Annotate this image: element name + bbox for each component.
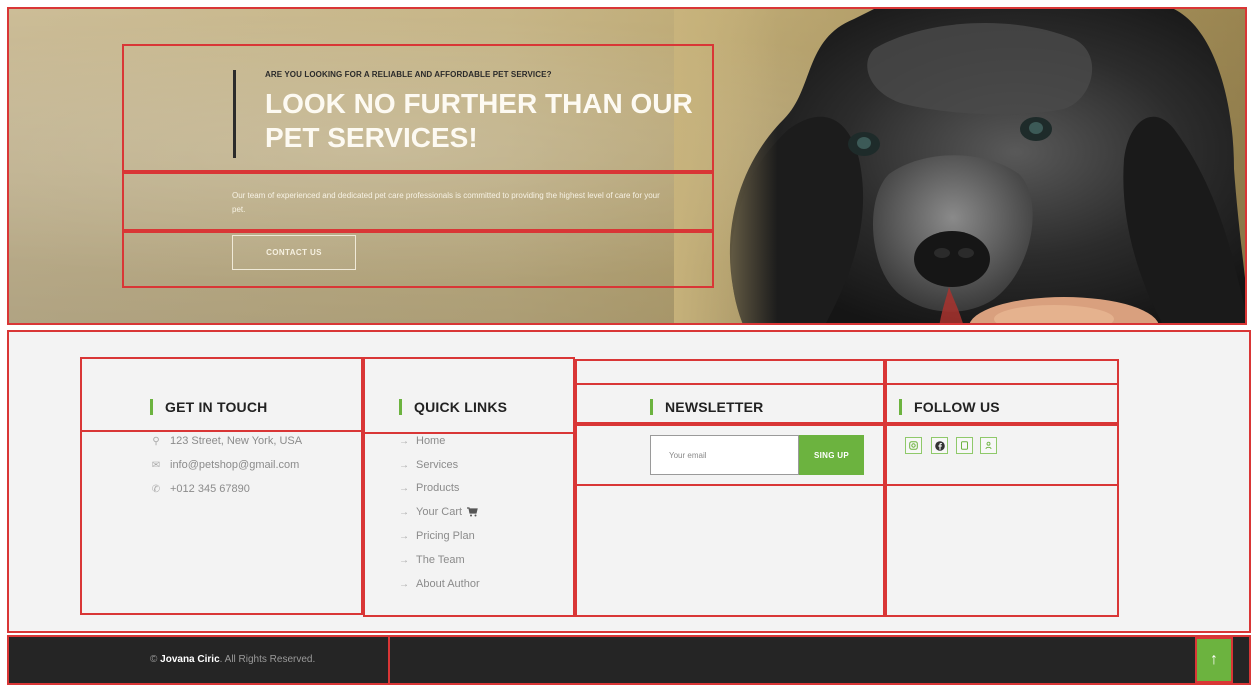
quick-link-about-author[interactable]: → About Author xyxy=(399,578,480,590)
cart-icon xyxy=(467,507,478,517)
phone-icon: ✆ xyxy=(151,483,161,495)
quick-link-services[interactable]: → Services xyxy=(399,459,458,471)
quick-link-label: About Author xyxy=(416,578,480,590)
contact-us-button[interactable]: CONTACT US xyxy=(232,235,356,270)
arrow-right-icon: → xyxy=(399,554,409,566)
address-text: 123 Street, New York, USA xyxy=(170,435,303,447)
contact-address: ⚲ 123 Street, New York, USA xyxy=(150,435,302,447)
hero-eyebrow: ARE YOU LOOKING FOR A RELIABLE AND AFFOR… xyxy=(265,70,552,79)
hero-button-region xyxy=(122,231,714,288)
arrow-up-icon: ↑ xyxy=(1210,651,1218,668)
title-accent-bar xyxy=(150,399,153,415)
quick-link-home[interactable]: → Home xyxy=(399,435,445,447)
quick-link-label: Services xyxy=(416,459,459,471)
hero-accent-bar xyxy=(233,70,236,158)
phone-text: +012 345 67890 xyxy=(170,483,250,495)
newsletter-title: NEWSLETTER xyxy=(650,399,763,415)
quick-links-title: QUICK LINKS xyxy=(399,399,507,415)
newsletter-top-box xyxy=(575,359,885,385)
instagram-icon[interactable] xyxy=(905,437,922,454)
sign-up-button[interactable]: SING UP xyxy=(799,435,864,475)
follow-us-title: FOLLOW US xyxy=(899,399,1000,415)
newsletter-email-input[interactable] xyxy=(650,435,799,475)
follow-us-top-box xyxy=(885,359,1119,385)
copyright-text: © Jovana Ciric. All Rights Reserved. xyxy=(150,654,315,665)
follow-us-label: FOLLOW US xyxy=(914,399,1000,415)
title-accent-bar xyxy=(899,399,902,415)
bottom-bar: © Jovana Ciric. All Rights Reserved. ↑ xyxy=(7,635,1251,685)
quick-link-label: Pricing Plan xyxy=(416,530,475,542)
user-icon[interactable] xyxy=(980,437,997,454)
quick-link-your-cart[interactable]: → Your Cart xyxy=(399,506,478,518)
get-in-touch-title: GET IN TOUCH xyxy=(150,399,267,415)
arrow-right-icon: → xyxy=(399,459,409,471)
copyright-symbol: © xyxy=(150,654,161,665)
newsletter-form: SING UP xyxy=(650,435,864,475)
get-in-touch-label: GET IN TOUCH xyxy=(165,399,268,415)
map-marker-icon: ⚲ xyxy=(152,435,160,447)
arrow-right-icon: → xyxy=(399,482,409,494)
title-accent-bar xyxy=(650,399,653,415)
envelope-icon: ✉ xyxy=(151,459,161,471)
contact-phone[interactable]: ✆ +012 345 67890 xyxy=(150,483,250,495)
quick-links-header-box xyxy=(363,357,575,434)
arrow-right-icon: → xyxy=(399,530,409,542)
newsletter-label: NEWSLETTER xyxy=(665,399,764,415)
get-in-touch-header-box xyxy=(80,357,363,432)
arrow-right-icon: → xyxy=(399,578,409,590)
quick-link-products[interactable]: → Products xyxy=(399,482,459,494)
title-accent-bar xyxy=(399,399,402,415)
back-to-top-button[interactable]: ↑ xyxy=(1195,637,1233,683)
facebook-icon[interactable] xyxy=(931,437,948,454)
copyright-author[interactable]: Jovana Ciric xyxy=(160,654,219,665)
hero-description: Our team of experienced and dedicated pe… xyxy=(232,191,660,214)
arrow-right-icon: → xyxy=(399,435,409,447)
quick-link-label: Products xyxy=(416,482,460,494)
contact-email[interactable]: ✉ info@petshop@gmail.com xyxy=(150,459,300,471)
quick-link-label: Your Cart xyxy=(416,506,463,518)
quick-link-label: The Team xyxy=(416,554,465,566)
email-text: info@petshop@gmail.com xyxy=(170,459,300,471)
tiktok-icon[interactable] xyxy=(956,437,973,454)
quick-link-the-team[interactable]: → The Team xyxy=(399,554,465,566)
copyright-rights: . All Rights Reserved. xyxy=(219,654,316,665)
dog-photo xyxy=(674,9,1245,323)
quick-links-label: QUICK LINKS xyxy=(414,399,508,415)
follow-us-icons-box xyxy=(885,424,1119,486)
footer: GET IN TOUCH ⚲ 123 Street, New York, USA… xyxy=(7,330,1251,633)
hero-section: ARE YOU LOOKING FOR A RELIABLE AND AFFOR… xyxy=(7,7,1247,325)
hero-title: LOOK NO FURTHER THAN OUR PET SERVICES! xyxy=(265,88,693,153)
arrow-right-icon: → xyxy=(399,506,409,518)
quick-link-label: Home xyxy=(416,435,446,447)
quick-link-pricing-plan[interactable]: → Pricing Plan xyxy=(399,530,475,542)
